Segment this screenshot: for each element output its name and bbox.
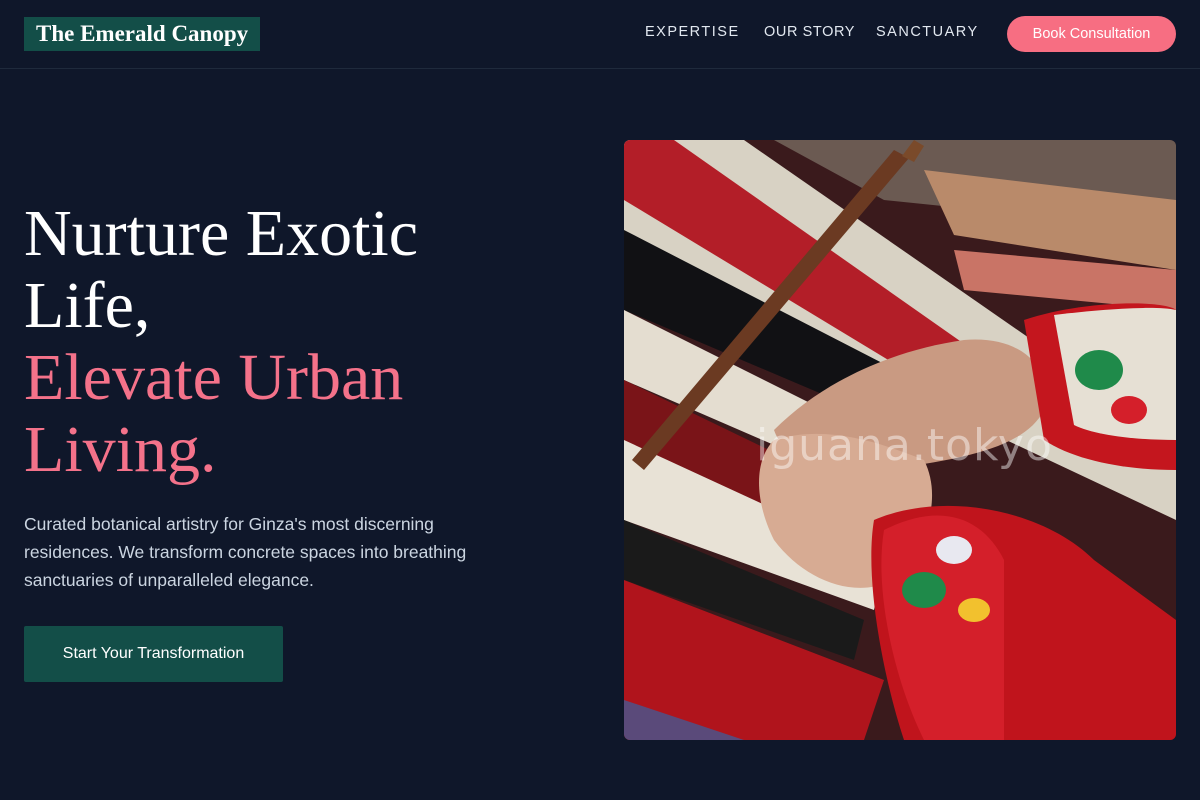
nav-link-sanctuary[interactable]: SANCTUARY (876, 24, 979, 40)
hero-title: Nurture Exotic Life, Elevate Urban Livin… (24, 198, 584, 486)
hero-title-accent-line: Living. (24, 413, 217, 486)
hero-subtitle: Curated botanical artistry for Ginza's m… (24, 510, 544, 594)
hero-title-line: Nurture Exotic (24, 197, 419, 270)
book-consultation-button[interactable]: Book Consultation (1007, 16, 1176, 52)
hero-subtitle-line: sanctuaries of unparalleled elegance. (24, 570, 314, 590)
start-transformation-button[interactable]: Start Your Transformation (24, 626, 283, 682)
hero-title-line: Life, (24, 269, 151, 342)
hero-title-accent-line: Elevate Urban (24, 341, 404, 414)
top-navigation-bar: The Emerald Canopy EXPERTISE OUR STORY S… (0, 0, 1200, 69)
nav-link-our-story[interactable]: OUR STORY (764, 24, 855, 40)
brand-logo[interactable]: The Emerald Canopy (24, 17, 261, 51)
image-watermark: iguana.tokyo (756, 420, 1053, 471)
nav-link-expertise[interactable]: EXPERTISE (645, 24, 740, 40)
hero-image-weaving-hands: iguana.tokyo (624, 140, 1176, 740)
hero-subtitle-line: Curated botanical artistry for Ginza's m… (24, 514, 434, 534)
hero-subtitle-line: residences. We transform concrete spaces… (24, 542, 467, 562)
